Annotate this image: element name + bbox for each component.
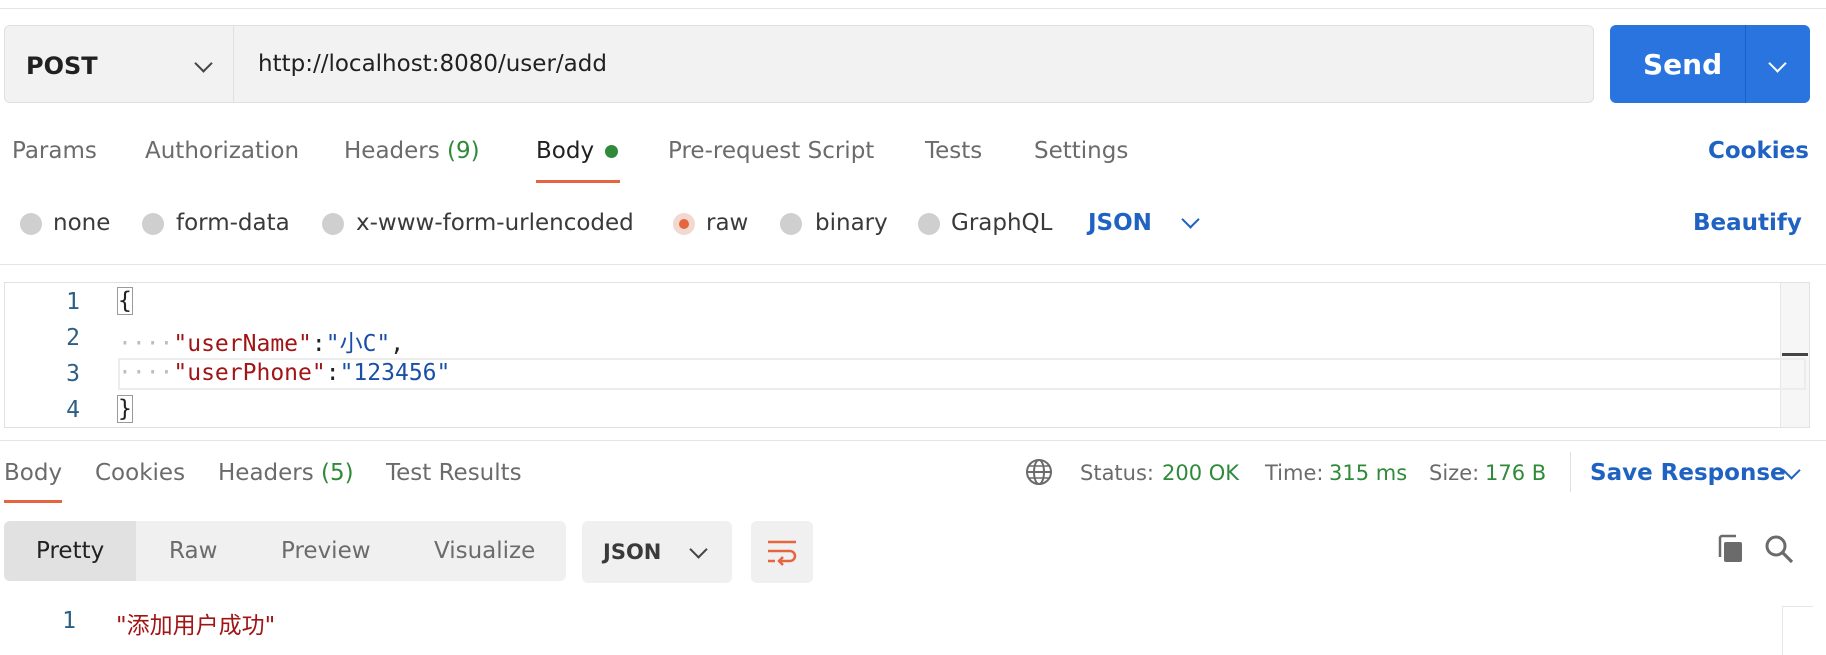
response-divider [0, 440, 1826, 441]
open-brace: { [117, 287, 133, 315]
response-line-number: 1 [62, 608, 76, 634]
headers-count: (9) [447, 138, 480, 164]
scrollbar-cursor-marker [1782, 353, 1808, 356]
tab-headers[interactable]: Headers (9) [344, 138, 480, 164]
code-line-2: ····"userName":"小C", [118, 324, 404, 358]
tab-authorization[interactable]: Authorization [145, 138, 299, 164]
radio-graphql[interactable] [918, 213, 940, 235]
search-icon[interactable] [1763, 533, 1795, 565]
json-value: "小C" [325, 331, 391, 357]
line-number: 4 [66, 397, 80, 423]
radio-form-data-label: form-data [176, 210, 290, 236]
response-tab-body[interactable]: Body [4, 460, 62, 486]
response-headers-count: (5) [321, 460, 354, 486]
code-line-4: } [117, 395, 133, 423]
save-response-button[interactable]: Save Response [1590, 460, 1786, 486]
send-label: Send [1643, 48, 1723, 81]
radio-binary-label: binary [815, 210, 888, 236]
line-number: 3 [66, 361, 80, 387]
top-divider [0, 8, 1826, 9]
code-line-1: { [117, 287, 133, 315]
status-label: Status: [1080, 461, 1154, 485]
view-visualize[interactable]: Visualize [434, 538, 535, 564]
json-key: "userPhone" [173, 360, 326, 386]
response-tab-cookies[interactable]: Cookies [95, 460, 185, 486]
wrap-lines-icon [768, 540, 797, 566]
json-value: "123456" [339, 360, 451, 386]
indent-guide: ···· [118, 360, 174, 386]
send-divider [1745, 25, 1746, 103]
tab-body[interactable]: Body [536, 138, 594, 164]
body-active-dot [605, 145, 618, 158]
size-label: Size: [1429, 461, 1480, 485]
radio-binary[interactable] [780, 213, 802, 235]
section-divider [0, 264, 1826, 265]
response-format-label: JSON [603, 540, 662, 564]
radio-raw-label: raw [706, 210, 749, 236]
radio-form-data[interactable] [142, 213, 164, 235]
size-value[interactable]: 176 B [1485, 461, 1546, 485]
tab-tests[interactable]: Tests [925, 138, 982, 164]
tab-params[interactable]: Params [12, 138, 97, 164]
radio-urlencoded-label: x-www-form-urlencoded [356, 210, 634, 236]
format-chevron-down-icon[interactable] [1181, 210, 1200, 229]
view-raw[interactable]: Raw [169, 538, 217, 564]
time-value[interactable]: 315 ms [1329, 461, 1407, 485]
copy-icon[interactable] [1714, 533, 1746, 565]
radio-none[interactable] [20, 213, 42, 235]
view-preview[interactable]: Preview [281, 538, 371, 564]
json-colon: : [325, 360, 340, 386]
indent-guide: ···· [118, 331, 174, 357]
response-tab-underline [4, 500, 62, 503]
radio-raw[interactable] [673, 213, 695, 235]
code-line-3: ····"userPhone":"123456" [118, 360, 450, 386]
body-format-select[interactable]: JSON [1088, 210, 1152, 236]
response-body-text: "添加用户成功" [116, 613, 276, 639]
tab-settings[interactable]: Settings [1034, 138, 1128, 164]
meta-divider [1570, 452, 1571, 492]
response-scrollbar[interactable] [1782, 606, 1813, 655]
response-tab-test-results[interactable]: Test Results [386, 460, 522, 486]
response-tab-headers[interactable]: Headers (5) [218, 460, 354, 486]
tab-headers-label: Headers [344, 138, 440, 164]
url-text: http://localhost:8080/user/add [258, 51, 607, 77]
json-comma: , [390, 331, 405, 357]
beautify-button[interactable]: Beautify [1693, 210, 1802, 236]
radio-graphql-label: GraphQL [951, 210, 1053, 236]
time-label: Time: [1265, 461, 1324, 485]
radio-none-label: none [53, 210, 111, 236]
radio-urlencoded[interactable] [322, 213, 344, 235]
line-number: 1 [66, 289, 80, 315]
status-value[interactable]: 200 OK [1162, 461, 1239, 485]
close-brace: } [117, 395, 133, 423]
cookies-link[interactable]: Cookies [1708, 138, 1809, 164]
json-colon: : [311, 331, 326, 357]
tab-prerequest-script[interactable]: Pre-request Script [668, 138, 874, 164]
globe-icon[interactable] [1025, 458, 1053, 486]
view-pretty[interactable]: Pretty [36, 538, 104, 564]
response-headers-label: Headers [218, 460, 314, 486]
line-number: 2 [66, 325, 80, 351]
tab-body-underline [536, 180, 620, 183]
method-label: POST [26, 52, 98, 80]
json-key: "userName" [173, 331, 312, 357]
